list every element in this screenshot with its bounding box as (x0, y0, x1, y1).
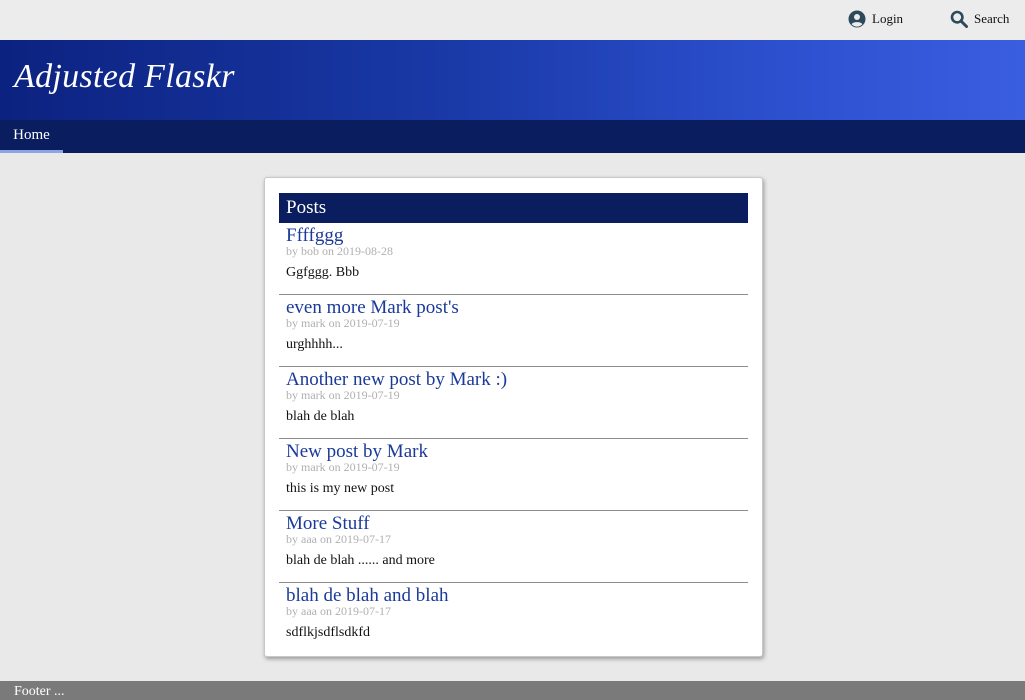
post-meta: by mark on 2019-07-19 (286, 460, 400, 474)
post-item: even more Mark post's by mark on 2019-07… (279, 295, 748, 367)
post-item: Another new post by Mark :) by mark on 2… (279, 367, 748, 439)
site-banner: Adjusted Flaskr (0, 40, 1025, 120)
top-utility-bar: Login Search (0, 0, 1025, 40)
post-meta: by mark on 2019-07-19 (286, 388, 400, 402)
post-meta: by bob on 2019-08-28 (286, 244, 393, 258)
post-item: blah de blah and blah by aaa on 2019-07-… (279, 583, 748, 655)
footer-text: Footer ... (14, 684, 65, 699)
post-meta: by aaa on 2019-07-17 (286, 604, 391, 618)
post-body: this is my new post (286, 481, 395, 496)
post-item: More Stuff by aaa on 2019-07-17 blah de … (279, 511, 748, 583)
login-link[interactable]: Login (848, 9, 903, 29)
post-body: blah de blah ...... and more (286, 553, 435, 568)
post-body: blah de blah (286, 409, 355, 424)
post-body: Ggfggg. Bbb (286, 265, 360, 280)
user-circle-icon (848, 10, 866, 28)
nav-item-home[interactable]: Home (0, 120, 63, 153)
post-body: urghhhh... (286, 337, 343, 352)
site-title[interactable]: Adjusted Flaskr (14, 58, 235, 96)
post-meta: by aaa on 2019-07-17 (286, 532, 391, 546)
main-nav: Home (0, 120, 1025, 153)
posts-panel: Posts Ffffggg by bob on 2019-08-28 Ggfgg… (264, 177, 763, 657)
search-link[interactable]: Search (950, 9, 1009, 29)
search-icon (950, 10, 968, 28)
post-item: New post by Mark by mark on 2019-07-19 t… (279, 439, 748, 511)
search-label: Search (974, 11, 1010, 26)
post-meta: by mark on 2019-07-19 (286, 316, 400, 330)
posts-panel-title: Posts (279, 193, 748, 223)
post-body: sdflkjsdflsdkfd (286, 625, 370, 640)
login-label: Login (872, 11, 904, 26)
post-item: Ffffggg by bob on 2019-08-28 Ggfggg. Bbb (279, 223, 748, 295)
site-footer: Footer ... (0, 681, 1025, 700)
